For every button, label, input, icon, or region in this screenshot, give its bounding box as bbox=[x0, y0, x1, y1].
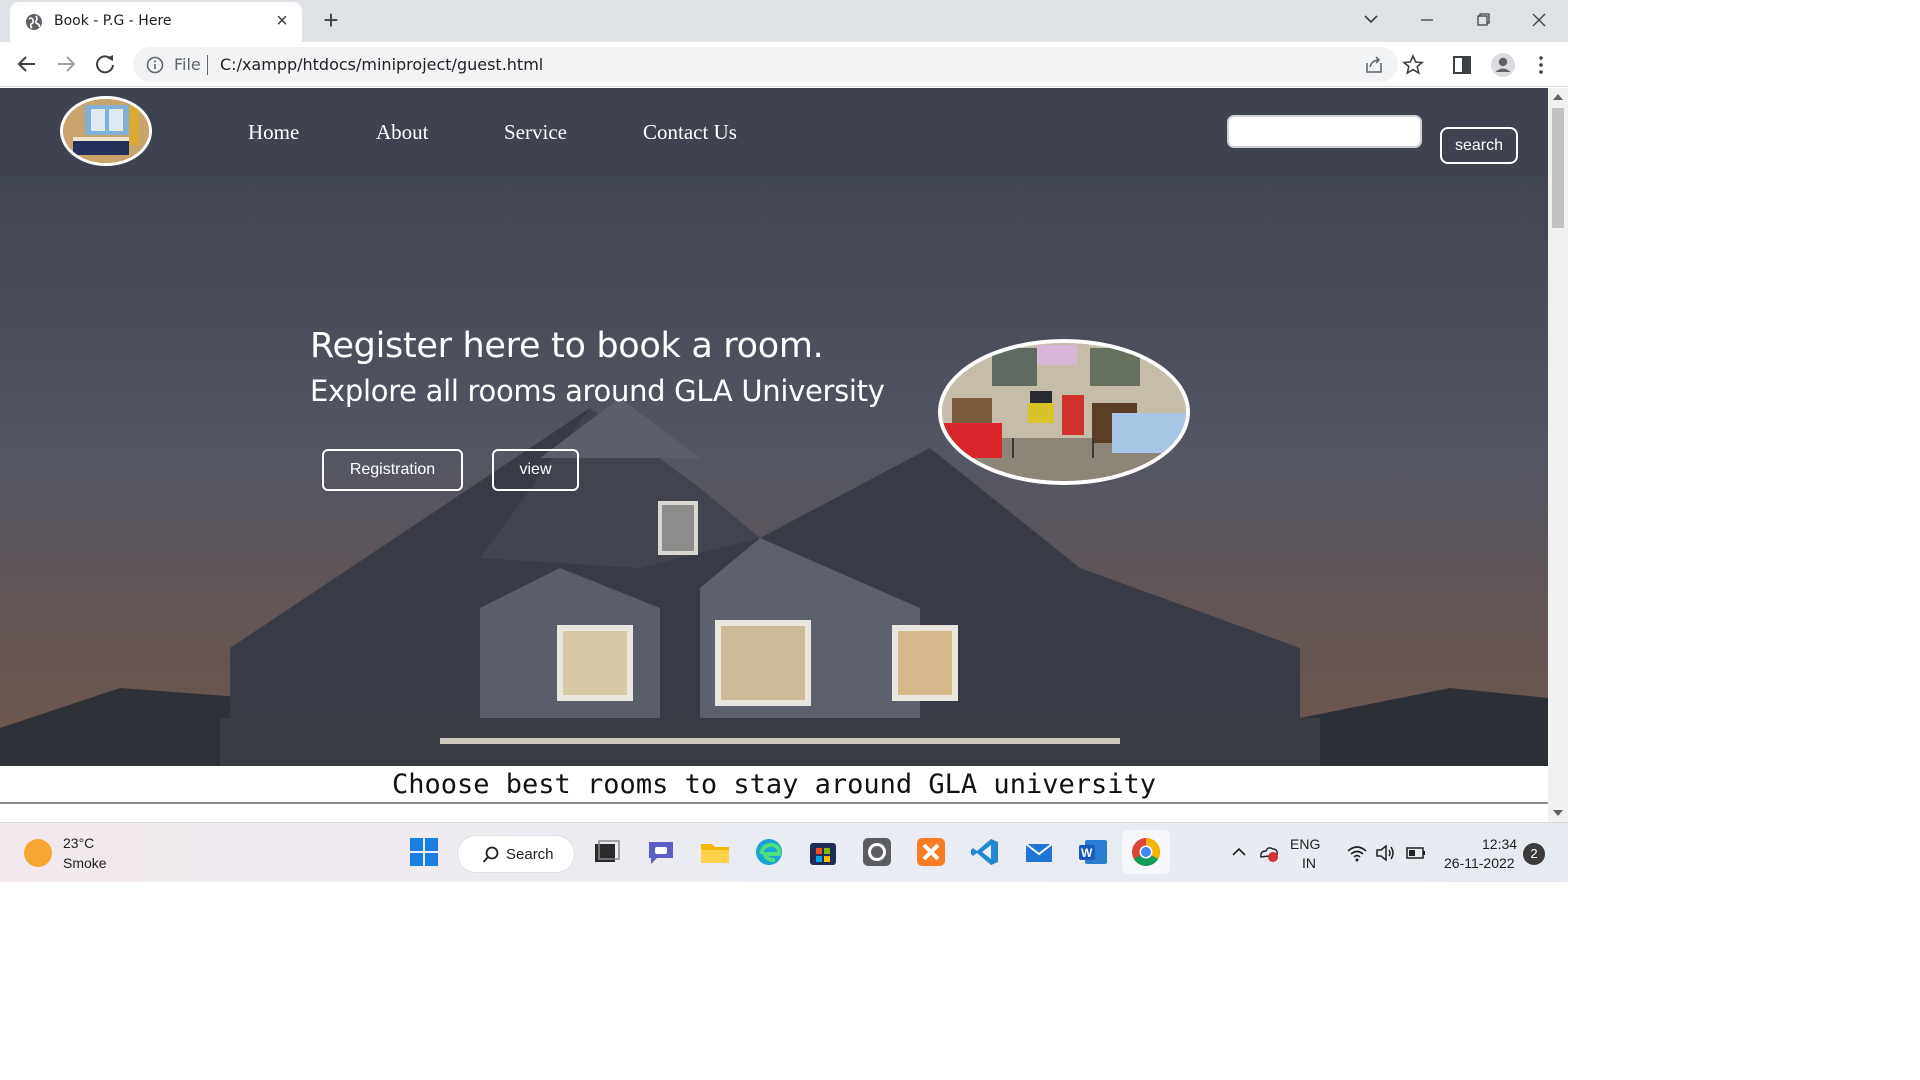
wifi-icon[interactable] bbox=[1346, 843, 1368, 863]
hero-headline: Register here to book a room. bbox=[310, 326, 824, 366]
view-button[interactable]: view bbox=[492, 449, 579, 491]
site-logo[interactable] bbox=[60, 96, 152, 166]
restore-icon[interactable] bbox=[1468, 8, 1498, 32]
menu-dots-icon[interactable] bbox=[1530, 54, 1552, 76]
battery-icon[interactable] bbox=[1404, 843, 1428, 863]
minimize-icon[interactable] bbox=[1412, 8, 1442, 32]
nav-service[interactable]: Service bbox=[504, 120, 567, 145]
tab-search-chevron-icon[interactable] bbox=[1356, 8, 1386, 32]
scroll-up-icon[interactable] bbox=[1552, 93, 1564, 101]
room-photo bbox=[938, 339, 1190, 485]
house-background-image bbox=[0, 398, 1548, 766]
sidepanel-icon[interactable] bbox=[1451, 54, 1473, 76]
teams-chat-icon[interactable] bbox=[645, 836, 677, 868]
word-icon[interactable]: W bbox=[1077, 836, 1109, 868]
browser-toolbar: File C:/xampp/htdocs/miniproject/guest.h… bbox=[0, 42, 1568, 87]
nav-home[interactable]: Home bbox=[248, 120, 299, 145]
svg-text:W: W bbox=[1081, 846, 1093, 860]
edge-icon[interactable] bbox=[753, 836, 785, 868]
close-window-icon[interactable] bbox=[1524, 8, 1554, 32]
site-header: Home About Service Contact Us search bbox=[0, 88, 1548, 176]
tab-strip: Book - P.G - Here × + bbox=[0, 0, 1568, 42]
github-desktop-icon[interactable] bbox=[861, 836, 893, 868]
xampp-icon[interactable] bbox=[915, 836, 947, 868]
store-icon[interactable] bbox=[807, 836, 839, 868]
tab-close-icon[interactable]: × bbox=[272, 11, 292, 31]
nav-about[interactable]: About bbox=[376, 120, 429, 145]
new-tab-icon[interactable]: + bbox=[318, 7, 344, 34]
hero-subheadline: Explore all rooms around GLA University bbox=[310, 374, 885, 408]
hero-section: Home About Service Contact Us search Reg… bbox=[0, 88, 1548, 766]
registration-button[interactable]: Registration bbox=[322, 449, 463, 491]
search-input[interactable] bbox=[1227, 115, 1422, 148]
url-scheme: File bbox=[174, 55, 201, 74]
weather-icon[interactable] bbox=[24, 839, 52, 867]
reload-icon[interactable] bbox=[90, 50, 120, 78]
search-icon bbox=[482, 846, 499, 863]
room-thumbnail-image bbox=[63, 99, 149, 163]
tagline-text: Choose best rooms to stay around GLA uni… bbox=[0, 766, 1548, 804]
volume-icon[interactable] bbox=[1375, 843, 1397, 863]
nav-contact-us[interactable]: Contact Us bbox=[643, 120, 737, 145]
file-explorer-icon[interactable] bbox=[699, 836, 731, 868]
scroll-down-icon[interactable] bbox=[1552, 809, 1564, 817]
url-separator bbox=[207, 55, 208, 75]
profile-icon[interactable] bbox=[1490, 52, 1516, 78]
page-scrollbar[interactable] bbox=[1548, 88, 1568, 822]
notification-badge[interactable]: 2 bbox=[1523, 843, 1545, 865]
windows-start-icon[interactable] bbox=[408, 836, 440, 868]
vscode-icon[interactable] bbox=[969, 836, 1001, 868]
page-viewport: Home About Service Contact Us search Reg… bbox=[0, 88, 1548, 822]
search-button[interactable]: search bbox=[1440, 127, 1518, 164]
lang-line-2[interactable]: IN bbox=[1302, 855, 1316, 871]
scroll-thumb[interactable] bbox=[1552, 108, 1564, 228]
share-icon[interactable] bbox=[1364, 55, 1384, 75]
taskbar-search[interactable]: Search bbox=[457, 835, 575, 873]
star-icon[interactable] bbox=[1402, 54, 1424, 76]
divider-line bbox=[0, 802, 1548, 804]
info-icon[interactable] bbox=[146, 56, 164, 74]
weather-temperature[interactable]: 23°C bbox=[63, 835, 94, 851]
taskbar-search-label: Search bbox=[506, 846, 554, 863]
task-view-icon[interactable] bbox=[590, 836, 622, 868]
onedrive-icon[interactable] bbox=[1258, 843, 1280, 863]
chevron-up-icon[interactable] bbox=[1230, 845, 1248, 859]
mail-icon[interactable] bbox=[1023, 836, 1055, 868]
forward-arrow-icon[interactable] bbox=[51, 50, 81, 78]
globe-icon bbox=[26, 14, 42, 30]
clock-time[interactable]: 12:34 bbox=[1482, 836, 1517, 852]
lang-line-1[interactable]: ENG bbox=[1290, 836, 1320, 852]
windows-taskbar: 23°C Smoke Search W ENG IN 12:34 26-11-2… bbox=[0, 822, 1568, 882]
tab-title: Book - P.G - Here bbox=[54, 13, 172, 29]
browser-tab[interactable]: Book - P.G - Here × bbox=[10, 2, 302, 42]
url-text[interactable]: C:/xampp/htdocs/miniproject/guest.html bbox=[220, 55, 543, 74]
chrome-icon[interactable] bbox=[1130, 836, 1162, 868]
back-arrow-icon[interactable] bbox=[12, 50, 42, 78]
clock-date[interactable]: 26-11-2022 bbox=[1444, 855, 1515, 871]
address-bar[interactable]: File C:/xampp/htdocs/miniproject/guest.h… bbox=[133, 47, 1398, 82]
weather-description[interactable]: Smoke bbox=[63, 855, 107, 871]
